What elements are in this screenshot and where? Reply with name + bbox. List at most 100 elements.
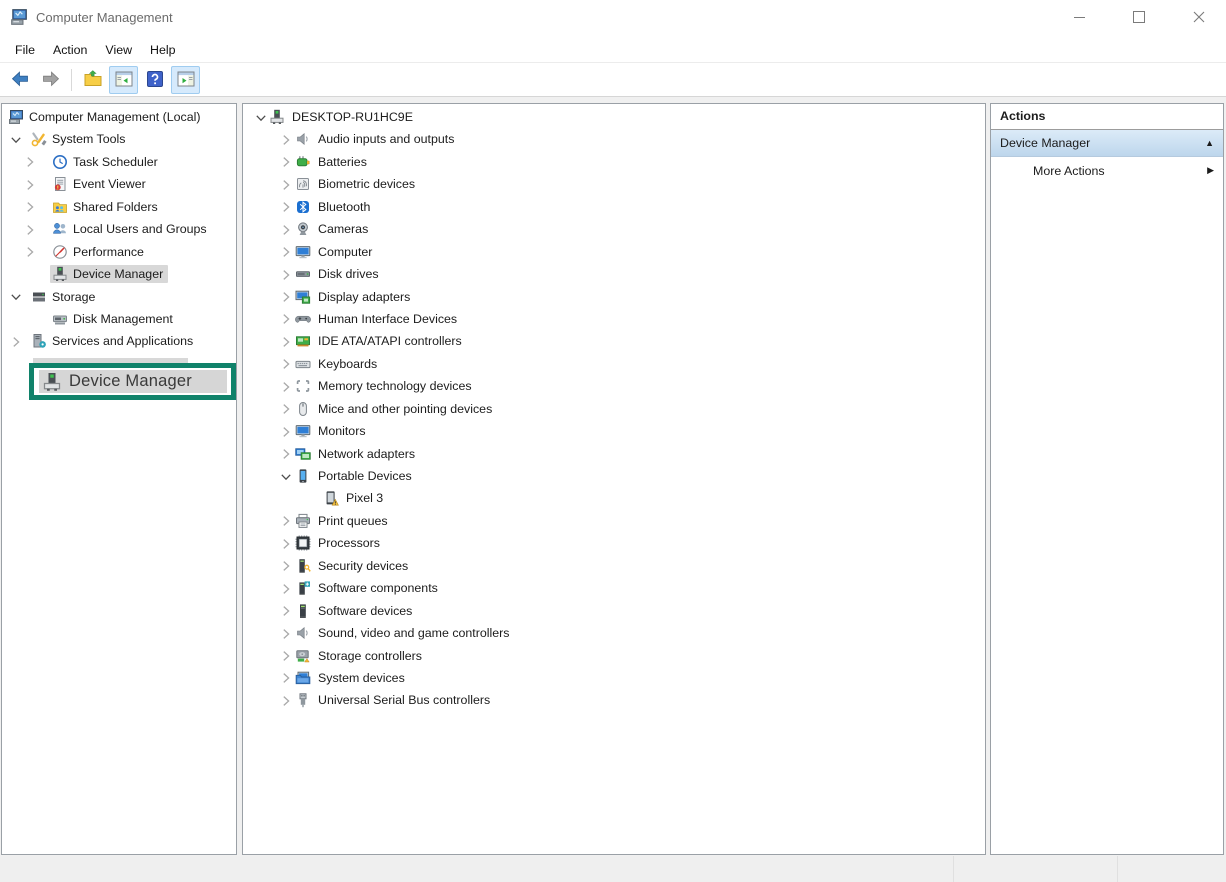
tree-item-security-devices[interactable]: Security devices — [243, 555, 985, 577]
tree-item-software-components[interactable]: Software components — [243, 578, 985, 600]
chevron-collapsed-icon[interactable] — [278, 311, 294, 327]
tree-item-storage-controllers[interactable]: Storage controllers — [243, 645, 985, 667]
chevron-collapsed-icon[interactable] — [278, 222, 294, 238]
tree-item-universal-serial-bus-controllers[interactable]: Universal Serial Bus controllers — [243, 690, 985, 712]
actions-section-device-manager[interactable]: Device Manager ▲ — [991, 130, 1223, 157]
collapse-section-icon[interactable]: ▲ — [1205, 139, 1214, 148]
chevron-collapsed-icon[interactable] — [278, 513, 294, 529]
tree-item-disk-management[interactable]: Disk Management — [2, 308, 236, 330]
chevron-collapsed-icon[interactable] — [22, 222, 38, 238]
forward-arrow-button[interactable] — [36, 66, 65, 94]
tree-item-label: Monitors — [311, 424, 366, 438]
tree-item-storage[interactable]: Storage — [2, 286, 236, 308]
services-applications-icon — [31, 333, 47, 349]
tree-item-mice-and-other-pointing-devices[interactable]: Mice and other pointing devices — [243, 398, 985, 420]
tree-item-content: Sound, video and game controllers — [293, 624, 515, 642]
tree-item-performance[interactable]: Performance — [2, 241, 236, 263]
tree-item-local-users-and-groups[interactable]: Local Users and Groups — [2, 219, 236, 241]
minimize-button[interactable] — [1056, 0, 1102, 34]
action-pane-toggle-button[interactable] — [171, 66, 200, 94]
tree-item-event-viewer[interactable]: Event Viewer — [2, 174, 236, 196]
tree-item-monitors[interactable]: Monitors — [243, 421, 985, 443]
tree-item-human-interface-devices[interactable]: Human Interface Devices — [243, 308, 985, 330]
help-button[interactable] — [140, 66, 169, 94]
chevron-collapsed-icon[interactable] — [278, 424, 294, 440]
chevron-collapsed-icon[interactable] — [278, 648, 294, 664]
chevron-collapsed-icon[interactable] — [278, 558, 294, 574]
up-folder-button[interactable] — [78, 66, 107, 94]
tree-item-batteries[interactable]: Batteries — [243, 151, 985, 173]
tree-item-audio-inputs-and-outputs[interactable]: Audio inputs and outputs — [243, 129, 985, 151]
chevron-collapsed-icon[interactable] — [278, 177, 294, 193]
tree-item-content: DESKTOP-RU1HC9E — [267, 108, 418, 126]
chevron-collapsed-icon[interactable] — [278, 581, 294, 597]
chevron-collapsed-icon[interactable] — [278, 356, 294, 372]
chevron-collapsed-icon[interactable] — [278, 446, 294, 462]
chevron-collapsed-icon[interactable] — [22, 177, 38, 193]
chevron-collapsed-icon[interactable] — [278, 154, 294, 170]
window-title: Computer Management — [36, 10, 173, 25]
tree-item-cameras[interactable]: Cameras — [243, 219, 985, 241]
tree-item-processors[interactable]: Processors — [243, 533, 985, 555]
chevron-collapsed-icon[interactable] — [278, 401, 294, 417]
chevron-collapsed-icon[interactable] — [278, 132, 294, 148]
tree-item-label: Pixel 3 — [339, 491, 383, 505]
tree-item-label: Software components — [311, 581, 438, 595]
maximize-icon — [1133, 11, 1145, 23]
tree-item-ide-ata-atapi-controllers[interactable]: IDE ATA/ATAPI controllers — [243, 331, 985, 353]
menu-file[interactable]: File — [6, 40, 44, 60]
memory-icon — [295, 378, 311, 394]
tree-item-biometric-devices[interactable]: Biometric devices — [243, 174, 985, 196]
chevron-collapsed-icon[interactable] — [278, 289, 294, 305]
tree-item-services-and-applications[interactable]: Services and Applications — [2, 331, 236, 353]
tree-item-pixel-3[interactable]: Pixel 3 — [243, 488, 985, 510]
menu-action[interactable]: Action — [44, 40, 96, 60]
tree-item-network-adapters[interactable]: Network adapters — [243, 443, 985, 465]
tree-item-shared-folders[interactable]: Shared Folders — [2, 196, 236, 218]
chevron-collapsed-icon[interactable] — [278, 244, 294, 260]
tree-item-bluetooth[interactable]: Bluetooth — [243, 196, 985, 218]
tree-item-system-tools[interactable]: System Tools — [2, 129, 236, 151]
chevron-expanded-icon[interactable] — [278, 469, 294, 485]
tree-item-disk-drives[interactable]: Disk drives — [243, 264, 985, 286]
tree-item-display-adapters[interactable]: Display adapters — [243, 286, 985, 308]
chevron-collapsed-icon[interactable] — [278, 603, 294, 619]
tree-item-computer-management-local[interactable]: Computer Management (Local) — [2, 107, 236, 129]
menu-help[interactable]: Help — [141, 40, 184, 60]
menu-view[interactable]: View — [96, 40, 141, 60]
maximize-button[interactable] — [1116, 0, 1162, 34]
chevron-collapsed-icon[interactable] — [278, 199, 294, 215]
chevron-collapsed-icon[interactable] — [22, 244, 38, 260]
chevron-collapsed-icon[interactable] — [22, 199, 38, 215]
tree-item-task-scheduler[interactable]: Task Scheduler — [2, 151, 236, 173]
tree-item-sound-video-and-game-controllers[interactable]: Sound, video and game controllers — [243, 623, 985, 645]
tree-item-portable-devices[interactable]: Portable Devices — [243, 466, 985, 488]
chevron-collapsed-icon[interactable] — [278, 536, 294, 552]
tree-item-print-queues[interactable]: Print queues — [243, 510, 985, 532]
chevron-collapsed-icon[interactable] — [278, 379, 294, 395]
tree-item-label: Universal Serial Bus controllers — [311, 693, 490, 707]
chevron-expanded-icon[interactable] — [8, 289, 24, 305]
tree-item-computer[interactable]: Computer — [243, 241, 985, 263]
tree-item-device-manager[interactable]: Device Manager — [2, 264, 236, 286]
tree-item-desktop-ru1hc9e[interactable]: DESKTOP-RU1HC9E — [243, 107, 985, 129]
chevron-collapsed-icon[interactable] — [22, 154, 38, 170]
console-tree-toggle-button[interactable] — [109, 66, 138, 94]
tree-item-keyboards[interactable]: Keyboards — [243, 353, 985, 375]
tree-item-software-devices[interactable]: Software devices — [243, 600, 985, 622]
tree-item-system-devices[interactable]: System devices — [243, 667, 985, 689]
tree-item-memory-technology-devices[interactable]: Memory technology devices — [243, 376, 985, 398]
chevron-collapsed-icon[interactable] — [278, 693, 294, 709]
more-actions-label: More Actions — [1033, 164, 1207, 178]
back-arrow-button[interactable] — [5, 66, 34, 94]
monitor-icon — [295, 423, 311, 439]
chevron-collapsed-icon[interactable] — [278, 626, 294, 642]
chevron-collapsed-icon[interactable] — [278, 334, 294, 350]
chevron-collapsed-icon[interactable] — [278, 267, 294, 283]
close-button[interactable] — [1176, 0, 1222, 34]
chevron-collapsed-icon[interactable] — [8, 334, 24, 350]
more-actions-menu-item[interactable]: More Actions ▶ — [991, 157, 1223, 184]
local-users-groups-icon — [52, 221, 68, 237]
chevron-expanded-icon[interactable] — [8, 132, 24, 148]
chevron-collapsed-icon[interactable] — [278, 670, 294, 686]
